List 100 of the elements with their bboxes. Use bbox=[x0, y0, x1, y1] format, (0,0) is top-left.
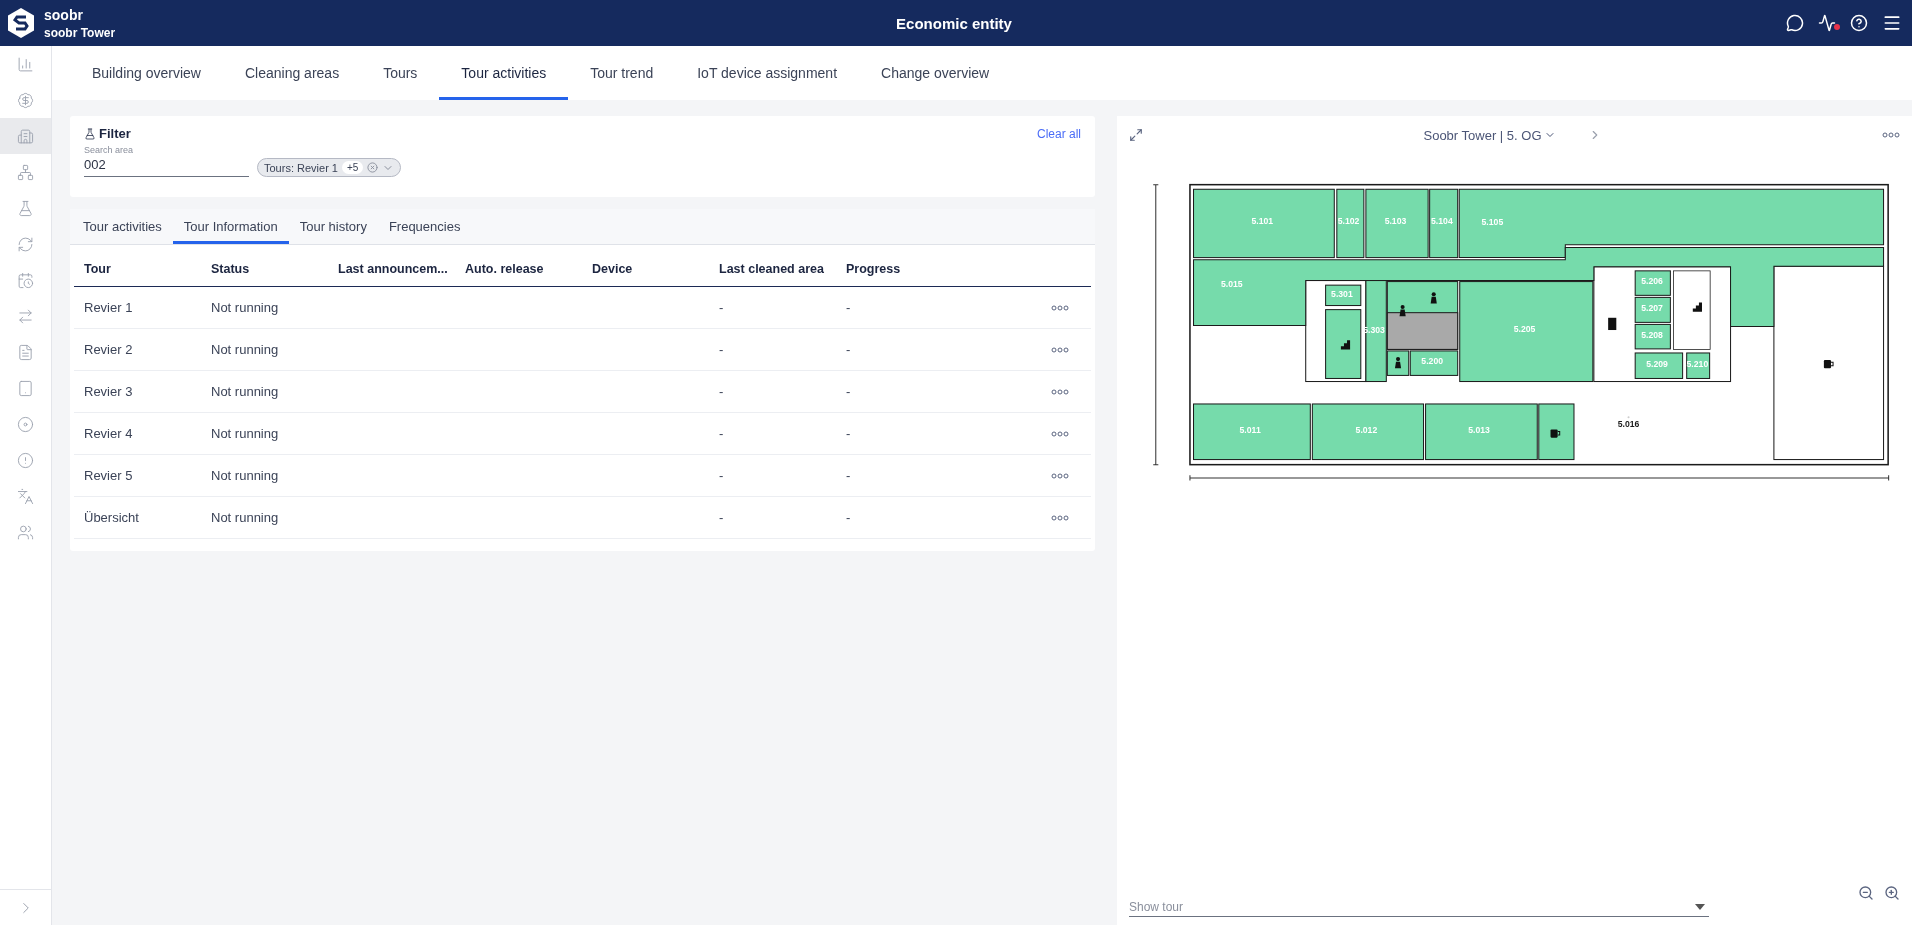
more-icon[interactable] bbox=[1051, 304, 1069, 311]
room-label: 5.103 bbox=[1384, 216, 1407, 227]
tablet-icon bbox=[17, 379, 34, 397]
table-cell-text: - bbox=[845, 426, 852, 441]
help-icon[interactable] bbox=[1850, 14, 1868, 32]
cycle-icon bbox=[17, 235, 34, 253]
table-cell-text: Not running bbox=[210, 300, 280, 315]
expand-icon[interactable] bbox=[1129, 128, 1143, 142]
table-cell-text: - bbox=[845, 300, 852, 315]
table-cell-text: Not running bbox=[210, 510, 280, 525]
field-label: Search area bbox=[84, 145, 135, 155]
clear-all-link[interactable]: Clear all bbox=[1037, 126, 1081, 141]
room-area[interactable] bbox=[1634, 323, 1671, 350]
coffee-cup-icon bbox=[1823, 360, 1834, 369]
sub-tab[interactable]: Tour activities bbox=[72, 209, 173, 244]
room-area[interactable] bbox=[1193, 403, 1311, 461]
table-cell-text: - bbox=[718, 468, 725, 483]
room-label: 5.208 bbox=[1641, 329, 1663, 340]
caret-icon[interactable] bbox=[1695, 904, 1705, 910]
room-label: 5.015 bbox=[1220, 278, 1243, 289]
nav-tab[interactable]: Cleaning areas bbox=[222, 46, 362, 100]
disc-icon bbox=[17, 415, 34, 433]
table-cell-text: Revier 5 bbox=[83, 468, 134, 483]
room-label: 5.209 bbox=[1646, 359, 1668, 369]
column-header: Tour bbox=[83, 261, 112, 276]
activity-icon[interactable] bbox=[1818, 14, 1836, 32]
table-cell-text: Revier 4 bbox=[83, 426, 134, 441]
sub-tab[interactable]: Tour Information bbox=[172, 209, 289, 244]
room-area[interactable] bbox=[1634, 296, 1671, 323]
flask-icon bbox=[17, 199, 34, 217]
nav-tab[interactable]: Tour activities bbox=[439, 46, 569, 100]
brand-name: soobr bbox=[44, 6, 84, 23]
nav-tab[interactable]: Building overview bbox=[70, 46, 223, 100]
column-header: Auto. release bbox=[464, 261, 545, 276]
nav-tab[interactable]: Tours bbox=[361, 46, 440, 100]
more-icon[interactable] bbox=[1051, 430, 1069, 437]
room-label: 5.011 bbox=[1239, 425, 1261, 436]
table-cell-text: - bbox=[845, 468, 852, 483]
room-area[interactable] bbox=[1634, 352, 1684, 379]
room-label: 5.013 bbox=[1468, 425, 1490, 436]
count-badge: +5 bbox=[342, 161, 364, 174]
room-label: 5.016 bbox=[1617, 418, 1640, 429]
table-cell-text: - bbox=[718, 510, 725, 525]
room-area[interactable] bbox=[1325, 284, 1362, 307]
room-label: 5.210 bbox=[1686, 359, 1709, 369]
table-cell-text: - bbox=[845, 510, 852, 525]
room-area[interactable] bbox=[1193, 246, 1885, 327]
room-label: 5.102 bbox=[1337, 216, 1360, 227]
room-area[interactable] bbox=[1311, 403, 1425, 461]
room-area[interactable] bbox=[1365, 280, 1387, 383]
table-cell-text: Revier 3 bbox=[83, 384, 134, 399]
room-area[interactable] bbox=[1193, 188, 1335, 259]
room-area[interactable] bbox=[1409, 350, 1459, 376]
more-icon[interactable] bbox=[1882, 132, 1900, 138]
table-cell-text: Übersicht bbox=[83, 510, 140, 525]
more-icon[interactable] bbox=[1051, 514, 1069, 521]
room-area[interactable] bbox=[1634, 270, 1671, 296]
nav-tab[interactable]: IoT device assignment bbox=[675, 46, 860, 100]
room-area[interactable] bbox=[1336, 188, 1365, 259]
nav-tab[interactable]: Change overview bbox=[859, 46, 1012, 100]
room-area[interactable] bbox=[1686, 352, 1711, 379]
table-cell-text: Not running bbox=[210, 384, 280, 399]
page-title: Economic entity bbox=[895, 14, 1013, 32]
translate-icon bbox=[17, 487, 34, 505]
zoom-out-icon[interactable] bbox=[1858, 885, 1874, 901]
table-cell-text: Not running bbox=[210, 468, 280, 483]
person-icon bbox=[1399, 305, 1406, 317]
table-cell-text: - bbox=[718, 342, 725, 357]
more-icon[interactable] bbox=[1051, 472, 1069, 479]
table-cell-text: - bbox=[845, 384, 852, 399]
column-header: Last announcem... bbox=[337, 261, 449, 276]
room-label: 5.205 bbox=[1513, 323, 1536, 334]
more-icon[interactable] bbox=[1051, 388, 1069, 395]
room-area[interactable] bbox=[1365, 188, 1429, 259]
menu-icon[interactable] bbox=[1882, 13, 1902, 33]
calendar-clock-icon bbox=[17, 271, 34, 289]
zoom-in-icon[interactable] bbox=[1884, 885, 1900, 901]
room-label: 5.200 bbox=[1421, 356, 1444, 367]
room-label: 5.301 bbox=[1331, 288, 1353, 299]
chat-icon[interactable] bbox=[1786, 14, 1804, 32]
coffee-cup-icon bbox=[1550, 429, 1561, 438]
room-label: 5.105 bbox=[1481, 216, 1504, 227]
room-area[interactable] bbox=[1429, 188, 1459, 259]
sub-tab[interactable]: Tour history bbox=[288, 209, 378, 244]
table-cell-text: - bbox=[718, 384, 725, 399]
more-icon[interactable] bbox=[1051, 346, 1069, 353]
room-area[interactable] bbox=[1425, 403, 1538, 461]
column-header: Progress bbox=[845, 261, 902, 276]
nav-tab[interactable]: Tour trend bbox=[568, 46, 676, 100]
table-cell-text: Not running bbox=[210, 426, 280, 441]
swap-icon bbox=[17, 307, 34, 325]
column-header: Status bbox=[210, 261, 251, 276]
dollar-icon bbox=[17, 91, 34, 109]
floor-selector[interactable]: Soobr Tower | 5. OG bbox=[1423, 127, 1556, 143]
filter-title: Filter bbox=[99, 126, 131, 141]
table-cell-text: - bbox=[845, 342, 852, 357]
room-label: 5.207 bbox=[1641, 302, 1663, 313]
sub-tab[interactable]: Frequencies bbox=[377, 209, 472, 244]
table-cell-text: - bbox=[718, 426, 725, 441]
group-icon bbox=[17, 523, 34, 541]
